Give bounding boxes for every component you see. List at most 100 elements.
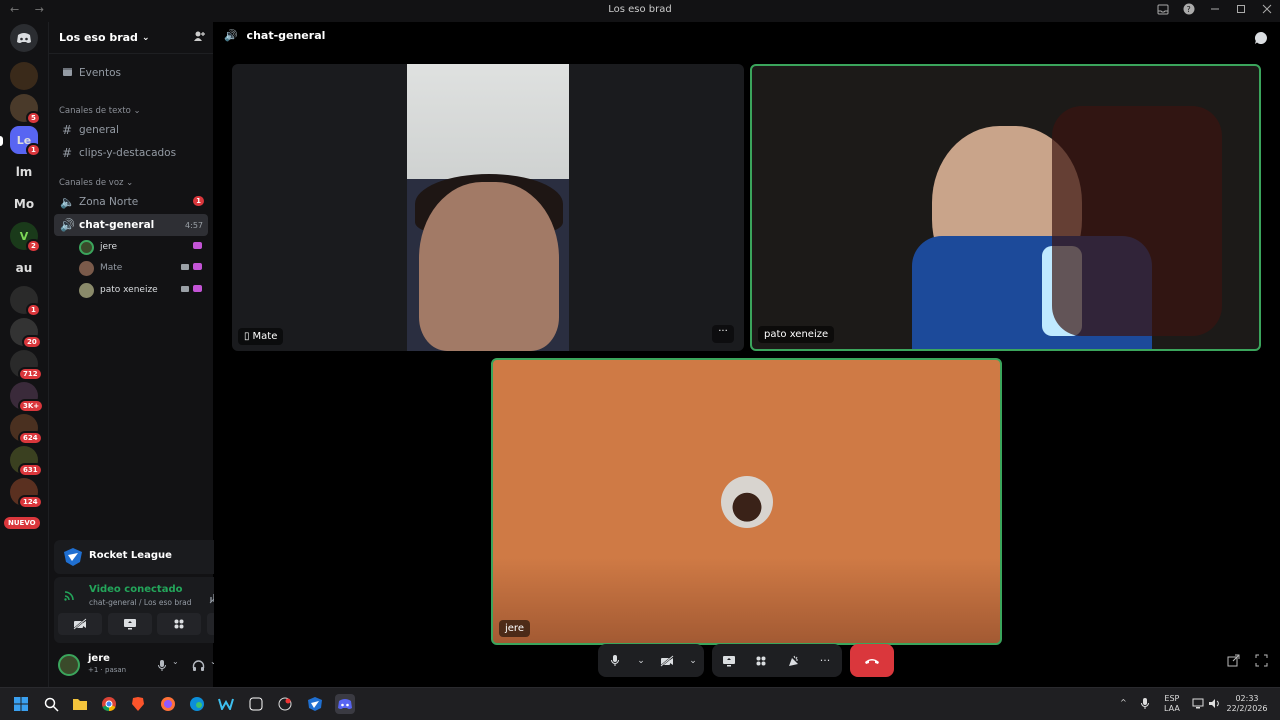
chevron-down-icon[interactable]: ⌄	[636, 650, 646, 672]
app-icon[interactable]	[275, 694, 295, 714]
close-icon[interactable]	[1260, 2, 1274, 16]
screen-share-icon[interactable]	[107, 613, 152, 635]
microphone-icon[interactable]	[1140, 697, 1150, 713]
activity-icon	[193, 285, 202, 292]
server-icon[interactable]	[10, 62, 38, 90]
phone-icon: ▯	[244, 331, 250, 342]
server-icon[interactable]: au	[10, 254, 38, 282]
camera-icon	[181, 286, 189, 292]
window-title: Los eso brad	[608, 4, 672, 15]
guild-header[interactable]: Los eso brad ⌄	[49, 22, 213, 54]
camera-off-icon[interactable]	[58, 613, 102, 635]
channel-badge: 1	[193, 196, 204, 206]
voice-location[interactable]: chat-general / Los eso brad	[89, 598, 192, 607]
avatar	[721, 476, 773, 528]
speaker-icon: 🔊	[224, 29, 238, 42]
volume-icon[interactable]	[1208, 698, 1220, 712]
hash-icon: #	[61, 123, 73, 137]
wacom-icon[interactable]	[216, 694, 236, 714]
server-badge: 5	[26, 111, 41, 125]
video-tile-mate[interactable]: ▯ Mate ···	[232, 64, 744, 351]
chevron-up-icon[interactable]: ^	[1120, 698, 1127, 708]
activities-icon[interactable]	[157, 613, 202, 635]
help-icon[interactable]: ?	[1182, 2, 1196, 16]
video-tile-pato[interactable]: pato xeneize	[750, 64, 1261, 351]
voice-user-mate[interactable]: Mate	[79, 258, 204, 278]
server-badge: 624	[18, 431, 43, 445]
video-tile-jere[interactable]: jere	[491, 358, 1002, 645]
clock[interactable]: 02:33 22/2/2026	[1226, 694, 1268, 714]
network-icon[interactable]	[1192, 698, 1204, 712]
chrome-icon[interactable]	[99, 694, 119, 714]
fullscreen-icon[interactable]	[1255, 654, 1268, 670]
server-icon[interactable]: lm	[10, 158, 38, 186]
signal-icon[interactable]	[63, 587, 77, 606]
more-options-icon[interactable]: ···	[814, 650, 836, 672]
voice-user-jere[interactable]: jere	[79, 237, 204, 257]
events-item[interactable]: Eventos	[54, 62, 208, 84]
channel-sidebar: Los eso brad ⌄ Eventos Canales de texto …	[48, 22, 255, 687]
file-explorer-icon[interactable]	[70, 694, 90, 714]
avatar	[79, 260, 94, 276]
tile-label: ▯ Mate	[238, 328, 284, 345]
rocket-league-icon[interactable]	[305, 694, 325, 714]
call-controls: ⌄ ⌄ ···	[598, 644, 894, 677]
firefox-icon[interactable]	[158, 694, 178, 714]
search-icon[interactable]	[41, 694, 61, 714]
add-user-icon[interactable]	[193, 30, 205, 45]
avatar[interactable]	[58, 654, 80, 676]
voice-category[interactable]: Canales de voz ⌄	[59, 178, 133, 188]
mic-group: ⌄ ⌄	[598, 644, 704, 677]
popout-icon[interactable]	[1227, 654, 1240, 670]
speaker-icon: 🔊	[60, 218, 75, 232]
voice-channel-chat-general[interactable]: 🔊 chat-general 4:57	[54, 214, 208, 236]
activities-icon[interactable]	[750, 650, 772, 672]
channel-clips[interactable]: # clips-y-destacados	[54, 142, 208, 164]
screen-share-icon[interactable]	[718, 650, 740, 672]
headphones-icon[interactable]	[192, 657, 205, 676]
edge-icon[interactable]	[187, 694, 207, 714]
windows-taskbar: ^ ESP LAA 02:33 22/2/2026	[0, 687, 1280, 720]
server-badge: 3K+	[18, 399, 45, 413]
video-stage: 🔊 chat-general ▯ Mate ··· pato xeneize je…	[214, 22, 1280, 687]
events-label: Eventos	[79, 67, 121, 79]
minimize-icon[interactable]	[1208, 2, 1222, 16]
svg-text:?: ?	[1187, 5, 1191, 14]
brave-icon[interactable]	[128, 694, 148, 714]
discord-home-icon[interactable]	[10, 24, 38, 52]
tile-label: pato xeneize	[758, 326, 835, 343]
chevron-down-icon[interactable]: ⌄	[172, 657, 179, 666]
camera-off-icon[interactable]	[656, 650, 678, 672]
hash-icon: #	[61, 146, 73, 160]
discord-icon[interactable]	[335, 694, 355, 714]
language-indicator[interactable]: ESP LAA	[1164, 694, 1180, 714]
channel-label: clips-y-destacados	[79, 147, 177, 159]
server-icon[interactable]: Mo	[10, 190, 38, 218]
microphone-icon[interactable]	[157, 657, 167, 676]
more-options-button[interactable]: ···	[712, 325, 734, 343]
user-status: +1 · pasan	[88, 666, 127, 674]
chat-icon[interactable]	[1254, 30, 1268, 49]
disconnect-button[interactable]	[850, 644, 894, 677]
tile-label: jere	[499, 620, 530, 637]
channel-label: general	[79, 124, 119, 136]
microphone-icon[interactable]	[604, 650, 626, 672]
voice-user-pato[interactable]: pato xeneize	[79, 280, 204, 300]
call-timer: 4:57	[185, 220, 203, 230]
maximize-icon[interactable]	[1234, 2, 1248, 16]
channel-label: Zona Norte	[79, 196, 139, 208]
text-category[interactable]: Canales de texto ⌄	[59, 106, 141, 116]
server-badge: 124	[18, 495, 43, 509]
camera-feed	[407, 64, 569, 351]
soundboard-icon[interactable]	[782, 650, 804, 672]
app-icon[interactable]	[246, 694, 266, 714]
voice-channel-zona-norte[interactable]: 🔈 Zona Norte 1	[54, 191, 208, 213]
channel-title: chat-general	[246, 29, 326, 42]
server-badge: 1	[26, 303, 41, 317]
camera-icon	[181, 264, 189, 270]
windows-start-icon[interactable]	[11, 694, 31, 714]
chevron-down-icon[interactable]: ⌄	[688, 650, 698, 672]
inbox-icon[interactable]	[1156, 2, 1170, 16]
channel-general[interactable]: # general	[54, 119, 208, 141]
activity-icon	[193, 242, 202, 249]
